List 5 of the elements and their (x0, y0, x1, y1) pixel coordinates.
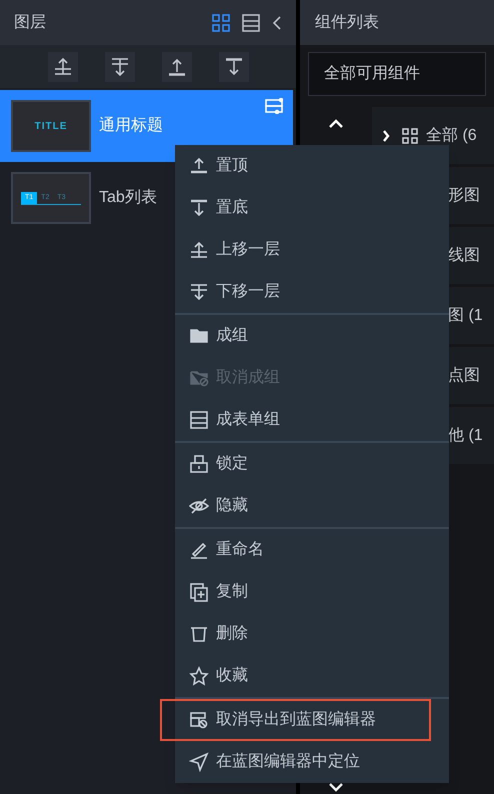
layer-name: 通用标题 (99, 116, 163, 136)
panel-title: 组件列表 (315, 12, 379, 32)
panel-title: 图层 (14, 12, 47, 32)
thumbnail-text: TITLE (34, 120, 68, 134)
layer-name: Tab列表 (99, 188, 157, 208)
